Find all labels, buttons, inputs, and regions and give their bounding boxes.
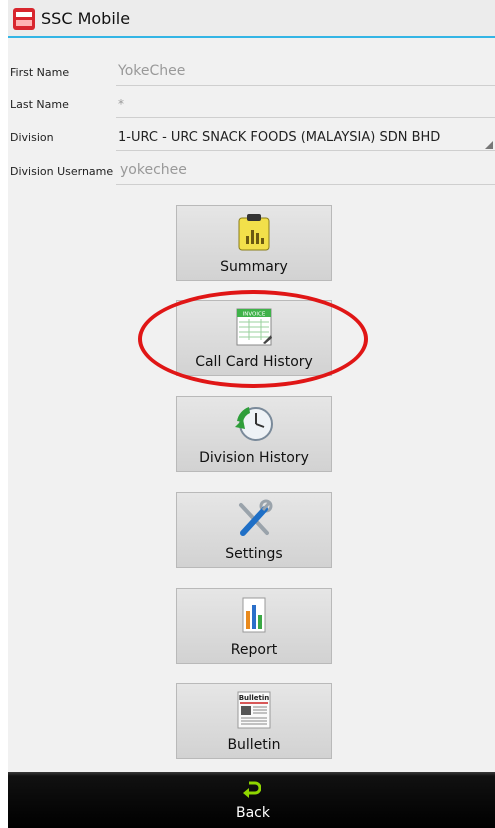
invoice-icon: INVOICE [236, 308, 272, 346]
back-label: Back [236, 805, 270, 821]
app-window: SSC Mobile First Name YokeChee Last Name… [8, 0, 495, 828]
last-name-field[interactable]: * [118, 97, 124, 111]
bulletin-button[interactable]: Bulletin Bulletin [176, 683, 332, 759]
report-button[interactable]: Report [176, 588, 332, 664]
summary-button[interactable]: Summary [176, 205, 332, 281]
back-button[interactable]: Back [208, 772, 298, 828]
clock-history-icon [235, 407, 273, 441]
back-arrow-icon [243, 781, 261, 798]
division-row: Division 1-URC - URC SNACK FOODS (MALAYS… [8, 125, 495, 151]
division-select[interactable]: 1-URC - URC SNACK FOODS (MALAYSIA) SDN B… [118, 130, 440, 145]
call-card-history-label: Call Card History [195, 354, 313, 370]
settings-label: Settings [225, 546, 283, 562]
division-label: Division [10, 131, 54, 144]
first-name-field[interactable]: YokeChee [118, 63, 185, 79]
invoice-icon-text: INVOICE [243, 312, 266, 318]
app-title: SSC Mobile [41, 9, 131, 28]
division-history-button[interactable]: Division History [176, 396, 332, 472]
last-name-label: Last Name [10, 98, 69, 111]
report-chart-icon [242, 597, 266, 633]
report-label: Report [230, 642, 278, 658]
summary-label: Summary [220, 259, 288, 275]
division-username-label: Division Username [10, 165, 114, 178]
first-name-row: First Name YokeChee [8, 60, 495, 86]
clipboard-chart-icon [238, 214, 270, 251]
first-name-underline [116, 85, 495, 86]
last-name-underline [116, 117, 495, 118]
action-bar: SSC Mobile [8, 0, 495, 38]
division-username-underline [116, 184, 495, 185]
newspaper-icon: Bulletin [237, 691, 271, 729]
division-username-row: Division Username yokechee [8, 159, 495, 185]
newspaper-icon-text: Bulletin [239, 694, 270, 702]
bottom-bar: Back [8, 772, 495, 828]
wrench-screwdriver-icon [239, 499, 273, 536]
first-name-label: First Name [10, 66, 70, 79]
app-logo-icon [13, 8, 35, 30]
last-name-row: Last Name * [8, 92, 495, 118]
division-history-label: Division History [199, 450, 309, 466]
settings-button[interactable]: Settings [176, 492, 332, 568]
division-underline [116, 150, 495, 151]
division-username-field[interactable]: yokechee [120, 162, 187, 178]
dropdown-arrow-icon[interactable] [485, 141, 493, 149]
call-card-history-button[interactable]: INVOICE Call Card History [176, 300, 332, 376]
bulletin-label: Bulletin [227, 737, 281, 753]
